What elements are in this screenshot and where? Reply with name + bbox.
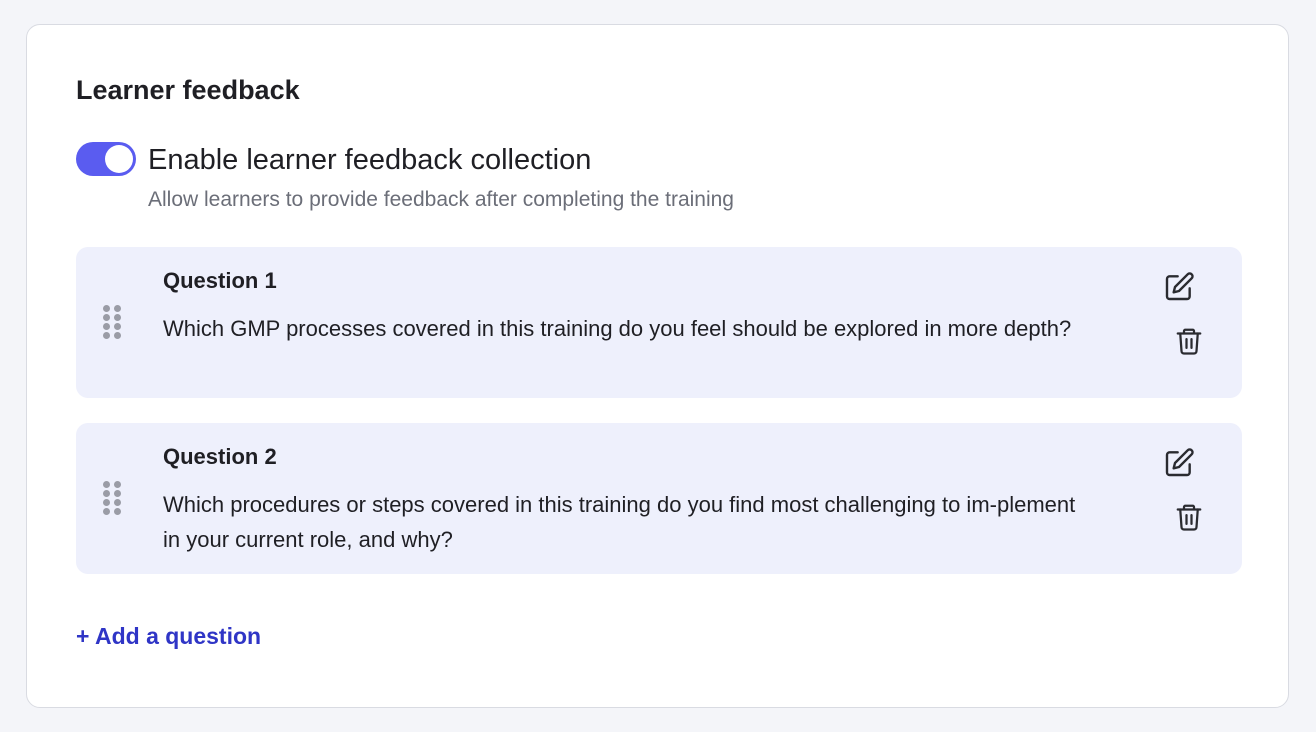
delete-question-button[interactable] [1171, 323, 1207, 359]
pencil-square-icon [1165, 448, 1194, 477]
add-question-link[interactable]: + Add a question [76, 621, 261, 651]
edit-question-button[interactable] [1161, 269, 1197, 305]
question-list: Question 1 Which GMP processes covered i… [76, 247, 1242, 599]
feedback-toggle-row: Enable learner feedback collection Allow… [76, 142, 976, 222]
edit-question-button[interactable] [1161, 445, 1197, 481]
question-card: Question 2 Which procedures or steps cov… [76, 423, 1242, 574]
feedback-toggle[interactable] [76, 142, 136, 176]
trash-icon [1176, 328, 1202, 355]
pencil-square-icon [1165, 272, 1194, 301]
toggle-knob [105, 145, 133, 173]
section-title: Learner feedback [76, 75, 300, 105]
question-card: Question 1 Which GMP processes covered i… [76, 247, 1242, 398]
delete-question-button[interactable] [1171, 499, 1207, 535]
learner-feedback-card: Learner feedback Enable learner feedback… [26, 24, 1289, 708]
question-title: Question 1 [163, 268, 277, 293]
toggle-label: Enable learner feedback collection [148, 144, 592, 176]
toggle-description: Allow learners to provide feedback after… [148, 188, 734, 211]
question-title: Question 2 [163, 444, 277, 469]
question-text: Which GMP processes covered in this trai… [163, 316, 1072, 341]
trash-icon [1176, 504, 1202, 531]
question-text: Which procedures or steps covered in thi… [163, 492, 1076, 552]
drag-handle-icon[interactable] [103, 305, 123, 345]
drag-handle-icon[interactable] [103, 481, 123, 521]
